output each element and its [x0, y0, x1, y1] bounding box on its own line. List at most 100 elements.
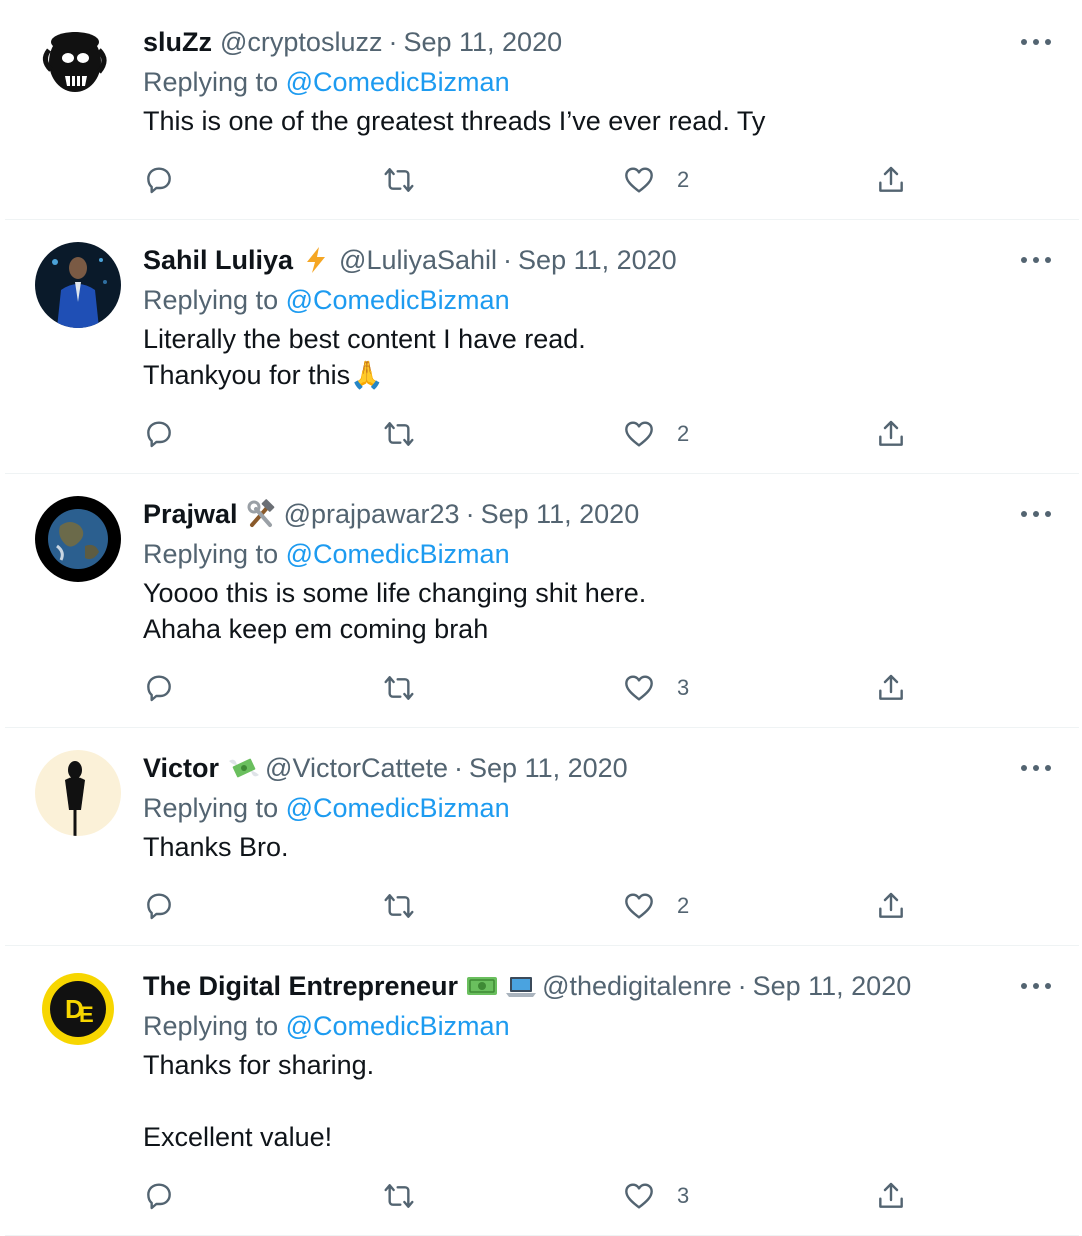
display-name[interactable]: sluZz: [143, 24, 212, 60]
like-button[interactable]: 2: [623, 414, 689, 454]
heart-icon: [625, 675, 653, 701]
more-options-icon[interactable]: [1021, 37, 1051, 47]
avatar[interactable]: [35, 242, 121, 328]
retweet-icon: [384, 168, 414, 192]
svg-text:E: E: [79, 1002, 94, 1027]
like-count: 3: [677, 675, 690, 700]
more-options-icon[interactable]: [1021, 509, 1051, 519]
tweet-text: Thanks for sharing. Excellent value!: [143, 1050, 375, 1152]
reply-button[interactable]: [143, 414, 175, 454]
retweet-button[interactable]: [383, 886, 415, 926]
more-options-icon[interactable]: [1021, 763, 1051, 773]
timestamp[interactable]: Sep 11, 2020: [469, 750, 628, 786]
money-with-wings-icon: [227, 753, 260, 783]
separator: ·: [454, 753, 464, 783]
replying-to-label: Replying to: [143, 285, 279, 315]
timestamp[interactable]: Sep 11, 2020: [518, 242, 677, 278]
retweet-button[interactable]: [383, 668, 415, 708]
like-button[interactable]: 3: [623, 668, 689, 708]
separator: ·: [388, 27, 398, 57]
tweet-text: Yoooo this is some life changing shit he…: [143, 578, 647, 644]
share-icon: [879, 420, 903, 446]
separator: ·: [503, 245, 513, 275]
mention-link[interactable]: @ComedicBizman: [286, 793, 510, 823]
timestamp[interactable]: Sep 11, 2020: [403, 24, 562, 60]
like-count: 2: [677, 893, 690, 918]
tweet-text: This is one of the greatest threads I’ve…: [143, 106, 766, 136]
mention-link[interactable]: @ComedicBizman: [286, 539, 510, 569]
replying-to: Replying to @ComedicBizman: [143, 282, 510, 318]
retweet-icon: [384, 1184, 414, 1208]
display-name[interactable]: Prajwal: [143, 496, 238, 532]
share-icon: [879, 892, 903, 918]
reply-button[interactable]: [143, 1176, 175, 1216]
avatar[interactable]: [35, 496, 121, 582]
dollar-banknote-icon: [466, 971, 498, 1001]
retweet-button[interactable]: [383, 160, 415, 200]
display-name[interactable]: Victor: [143, 750, 219, 786]
share-icon: [879, 166, 903, 192]
tweet[interactable]: Victor @VictorCattete · Sep 11, 2020 Rep…: [5, 728, 1079, 946]
like-button[interactable]: 2: [623, 886, 689, 926]
retweet-icon: [384, 894, 414, 918]
reply-button[interactable]: [143, 886, 175, 926]
share-icon: [879, 674, 903, 700]
more-options-icon[interactable]: [1021, 981, 1051, 991]
share-button[interactable]: [875, 1176, 907, 1216]
like-button[interactable]: 3: [623, 1176, 689, 1216]
reply-icon: [147, 675, 171, 702]
retweet-button[interactable]: [383, 1176, 415, 1216]
user-handle[interactable]: @thedigitalenre: [542, 968, 732, 1004]
avatar[interactable]: [35, 750, 121, 836]
user-handle[interactable]: @prajpawar23: [284, 496, 460, 532]
separator: ·: [465, 499, 475, 529]
reply-icon: [147, 421, 171, 448]
action-bar: 2: [143, 886, 923, 926]
tweet-header: sluZz @cryptosluzz · Sep 11, 2020: [143, 24, 562, 60]
mention-link[interactable]: @ComedicBizman: [286, 1011, 510, 1041]
like-count: 2: [677, 167, 690, 192]
display-name[interactable]: Sahil Luliya: [143, 242, 293, 278]
tweet-header: Prajwal @prajpawar23 · Sep 11, 2020: [143, 496, 639, 532]
action-bar: 3: [143, 668, 923, 708]
retweet-button[interactable]: [383, 414, 415, 454]
like-button[interactable]: 2: [623, 160, 689, 200]
heart-icon: [625, 167, 653, 193]
reply-button[interactable]: [143, 668, 175, 708]
like-count: 3: [677, 1183, 690, 1208]
share-button[interactable]: [875, 668, 907, 708]
tweet-header: Victor @VictorCattete · Sep 11, 2020: [143, 750, 628, 786]
replying-to-label: Replying to: [143, 1011, 279, 1041]
reply-button[interactable]: [143, 160, 175, 200]
heart-icon: [625, 893, 653, 919]
timestamp[interactable]: Sep 11, 2020: [481, 496, 640, 532]
tweet-header: Sahil Luliya @LuliyaSahil · Sep 11, 2020: [143, 242, 677, 278]
tweet[interactable]: D E The Digital Entrepreneur @thedigital…: [5, 946, 1079, 1236]
replying-to: Replying to @ComedicBizman: [143, 64, 510, 100]
replying-to: Replying to @ComedicBizman: [143, 1008, 510, 1044]
retweet-icon: [384, 676, 414, 700]
mention-link[interactable]: @ComedicBizman: [286, 285, 510, 315]
tweet[interactable]: sluZz @cryptosluzz · Sep 11, 2020 Replyi…: [5, 0, 1079, 220]
share-button[interactable]: [875, 160, 907, 200]
tweet[interactable]: Sahil Luliya @LuliyaSahil · Sep 11, 2020…: [5, 220, 1079, 474]
avatar[interactable]: [35, 20, 121, 106]
share-icon: [879, 1182, 903, 1208]
tweet-header: The Digital Entrepreneur @thedigitalenre…: [143, 968, 911, 1004]
display-name[interactable]: The Digital Entrepreneur: [143, 968, 458, 1004]
lightning-icon: [301, 245, 331, 275]
user-handle[interactable]: @LuliyaSahil: [339, 242, 497, 278]
mention-link[interactable]: @ComedicBizman: [286, 67, 510, 97]
tweet-text: Literally the best content I have read. …: [143, 324, 586, 390]
avatar[interactable]: D E: [35, 966, 121, 1052]
share-button[interactable]: [875, 414, 907, 454]
action-bar: 2: [143, 414, 923, 454]
tweet[interactable]: Prajwal @prajpawar23 · Sep 11, 2020 Repl…: [5, 474, 1079, 728]
timestamp[interactable]: Sep 11, 2020: [753, 968, 912, 1004]
user-handle[interactable]: @cryptosluzz: [220, 24, 382, 60]
user-handle[interactable]: @VictorCattete: [265, 750, 448, 786]
more-options-icon[interactable]: [1021, 255, 1051, 265]
share-button[interactable]: [875, 886, 907, 926]
action-bar: 3: [143, 1176, 923, 1216]
separator: ·: [737, 971, 747, 1001]
